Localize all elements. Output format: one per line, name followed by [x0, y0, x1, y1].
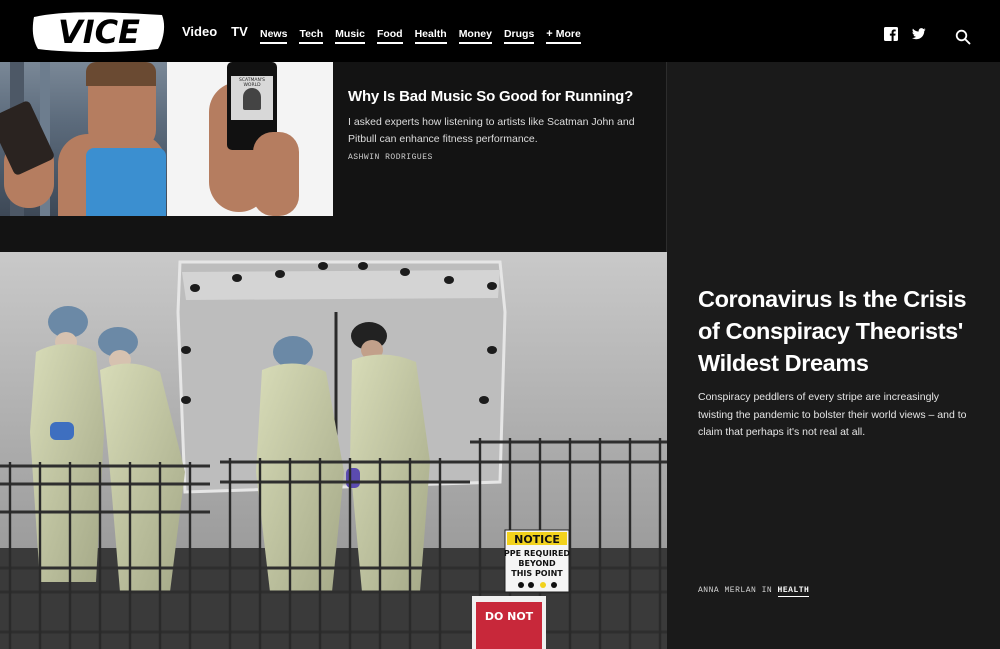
nav-video[interactable]: Video: [182, 24, 217, 39]
byline-in: IN: [761, 586, 773, 595]
ppe-notice-sign: NOTICE PPE REQUIRED BEYOND THIS POINT: [504, 529, 571, 593]
svg-text:DO NOT: DO NOT: [485, 610, 534, 623]
feature-byline: ANNA MERLAN IN HEALTH: [698, 586, 810, 597]
feature-hero-image[interactable]: NOTICE PPE REQUIRED BEYOND THIS POINT DO…: [0, 252, 667, 649]
feature-title[interactable]: Coronavirus Is the Crisis of Conspiracy …: [698, 283, 978, 379]
feature-dek: Conspiracy peddlers of every stripe are …: [698, 391, 967, 438]
teaser-text: Why Is Bad Music So Good for Running? I …: [348, 88, 648, 162]
section-food[interactable]: Food: [376, 28, 403, 44]
feature-section-link[interactable]: HEALTH: [777, 586, 810, 597]
primary-nav: Video TV: [182, 24, 248, 39]
svg-text:THIS POINT: THIS POINT: [511, 569, 563, 578]
section-health[interactable]: Health: [414, 28, 447, 44]
svg-text:NOTICE: NOTICE: [514, 533, 560, 546]
feature-article: Coronavirus Is the Crisis of Conspiracy …: [698, 283, 978, 442]
twitter-icon: [912, 28, 926, 40]
section-money[interactable]: Money: [458, 28, 492, 44]
do-not-sign: DO NOT: [472, 596, 546, 649]
svg-text:PPE REQUIRED: PPE REQUIRED: [504, 549, 571, 558]
svg-text:BEYOND: BEYOND: [518, 559, 556, 568]
svg-text:VICE: VICE: [58, 13, 140, 51]
vice-logo-graphic: VICE: [32, 12, 165, 52]
section-music[interactable]: Music: [335, 28, 365, 44]
nav-tv[interactable]: TV: [231, 24, 248, 39]
phone-photo: SCATMAN'S WORLD: [167, 62, 333, 216]
teaser-author[interactable]: ASHWIN RODRIGUES: [348, 153, 648, 162]
ppe-workers-photo: NOTICE PPE REQUIRED BEYOND THIS POINT DO…: [0, 252, 667, 649]
site-header: VICE Video TV News Tech Music Food Healt…: [0, 0, 1000, 62]
search-icon: [955, 29, 971, 45]
section-drugs[interactable]: Drugs: [503, 28, 535, 44]
more-menu[interactable]: + More: [546, 28, 581, 44]
facebook-icon: [884, 27, 898, 41]
teaser-title[interactable]: Why Is Bad Music So Good for Running?: [348, 88, 648, 105]
plus-icon: +: [546, 28, 553, 40]
more-label: More: [555, 28, 581, 40]
runner-photo: [0, 62, 167, 216]
teaser-thumbnail[interactable]: SCATMAN'S WORLD: [0, 62, 333, 216]
phone-screen-text: SCATMAN'S WORLD: [239, 78, 265, 88]
teaser-dek: I asked experts how listening to artists…: [348, 116, 635, 145]
section-tech[interactable]: Tech: [299, 28, 324, 44]
feature-author[interactable]: ANNA MERLAN: [698, 586, 756, 595]
section-news[interactable]: News: [260, 28, 288, 44]
teaser-card: SCATMAN'S WORLD Why Is Bad Music So Good…: [0, 62, 667, 252]
section-nav: News Tech Music Food Health Money Drugs …: [260, 28, 581, 44]
